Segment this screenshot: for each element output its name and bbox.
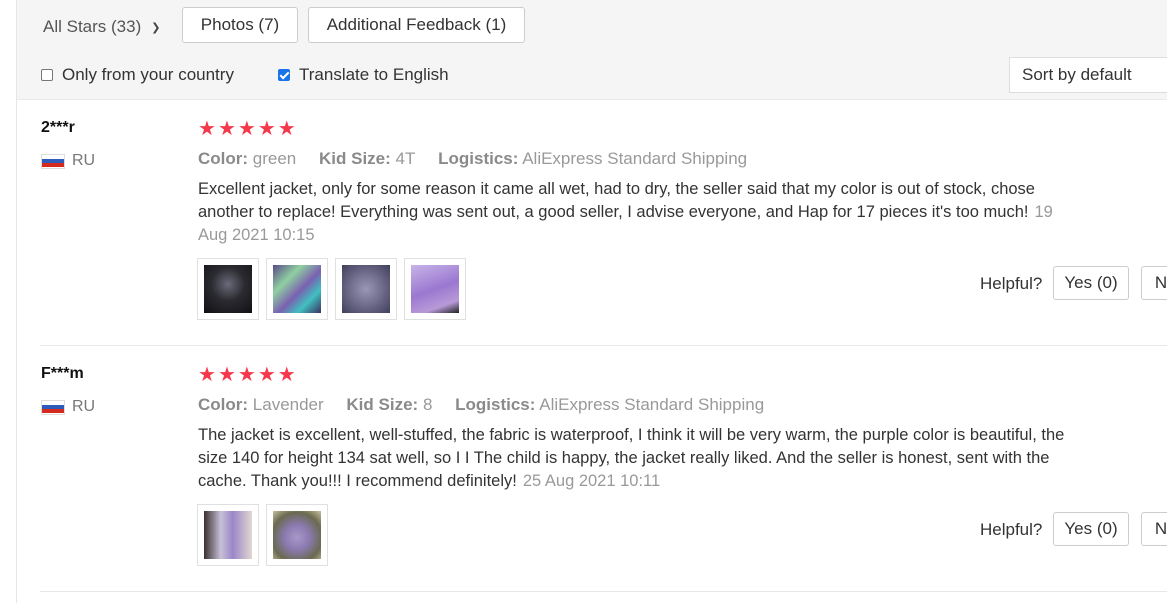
review-photos (197, 258, 466, 320)
review-body: Excellent jacket, only for some reason i… (198, 180, 1035, 221)
review-country: RU (41, 152, 95, 170)
review-text: Excellent jacket, only for some reason i… (198, 178, 1078, 247)
country-code: RU (72, 398, 96, 415)
only-country-checkbox[interactable] (41, 69, 53, 81)
rating-stars: ★ ★ ★ ★ ★ (198, 119, 296, 139)
review-photo-thumbnail[interactable] (266, 504, 328, 566)
review-date: 25 Aug 2021 10:11 (522, 472, 661, 490)
review-country: RU (41, 398, 95, 416)
helpful-no-button[interactable]: N (1141, 512, 1167, 546)
russia-flag-icon (41, 399, 65, 415)
logistics-label: Logistics: (455, 395, 536, 414)
review-author: 2***r (41, 119, 75, 136)
helpful-yes-button[interactable]: Yes (0) (1053, 266, 1129, 300)
kid-size-value: 8 (422, 395, 433, 414)
review-divider (40, 345, 1167, 346)
translate-checkbox[interactable] (278, 69, 290, 81)
kid-size-value: 4T (395, 149, 416, 168)
color-label: Color: (198, 149, 249, 168)
helpful-no-button[interactable]: N (1141, 266, 1167, 300)
country-code: RU (72, 152, 96, 169)
star-filter-select[interactable]: All Stars (33) ❯ (43, 17, 160, 37)
review-meta: Color: green Kid Size: 4T Logistics: Ali… (198, 149, 765, 169)
review-photo-thumbnail[interactable] (266, 258, 328, 320)
review-author: F***m (41, 365, 84, 382)
star-filter-label: All Stars (33) (43, 17, 142, 36)
kid-size-label: Kid Size: (319, 149, 391, 168)
review-photo-thumbnail[interactable] (197, 504, 259, 566)
review-divider (40, 591, 1167, 592)
star-icon: ★ (277, 364, 296, 386)
star-icon: ★ (217, 364, 236, 386)
logistics-value: AliExpress Standard Shipping (539, 395, 765, 414)
review-meta: Color: Lavender Kid Size: 8 Logistics: A… (198, 395, 782, 415)
translate-label: Translate to English (299, 65, 449, 84)
logistics-label: Logistics: (438, 149, 519, 168)
russia-flag-icon (41, 153, 65, 169)
only-country-label: Only from your country (62, 65, 234, 84)
only-country-option[interactable]: Only from your country (41, 65, 234, 85)
helpful-yes-button[interactable]: Yes (0) (1053, 512, 1129, 546)
chevron-down-icon: ❯ (151, 21, 161, 34)
star-icon: ★ (277, 118, 296, 140)
sort-select[interactable]: Sort by default (1009, 57, 1167, 93)
review-photo-thumbnail[interactable] (404, 258, 466, 320)
photos-filter-button[interactable]: Photos (7) (182, 7, 298, 43)
helpful-label: Helpful? (980, 274, 1043, 293)
star-icon: ★ (217, 118, 236, 140)
star-icon: ★ (257, 118, 276, 140)
rating-stars: ★ ★ ★ ★ ★ (198, 365, 296, 385)
logistics-value: AliExpress Standard Shipping (522, 149, 748, 168)
review-filter-bar: All Stars (33) ❯ Photos (7) Additional F… (17, 0, 1167, 100)
color-value: Lavender (252, 395, 324, 414)
review-photo-thumbnail[interactable] (335, 258, 397, 320)
star-icon: ★ (237, 364, 256, 386)
helpful-label: Helpful? (980, 520, 1043, 539)
additional-feedback-button[interactable]: Additional Feedback (1) (308, 7, 525, 43)
review-photo-thumbnail[interactable] (197, 258, 259, 320)
star-icon: ★ (198, 364, 216, 386)
review-photos (197, 504, 328, 566)
kid-size-label: Kid Size: (346, 395, 419, 414)
color-value: green (252, 149, 297, 168)
star-icon: ★ (237, 118, 256, 140)
sort-select-label: Sort by default (1022, 65, 1132, 84)
star-icon: ★ (257, 364, 276, 386)
color-label: Color: (198, 395, 249, 414)
review-text: The jacket is excellent, well-stuffed, t… (198, 424, 1078, 493)
translate-option[interactable]: Translate to English (278, 65, 449, 85)
star-icon: ★ (198, 118, 216, 140)
